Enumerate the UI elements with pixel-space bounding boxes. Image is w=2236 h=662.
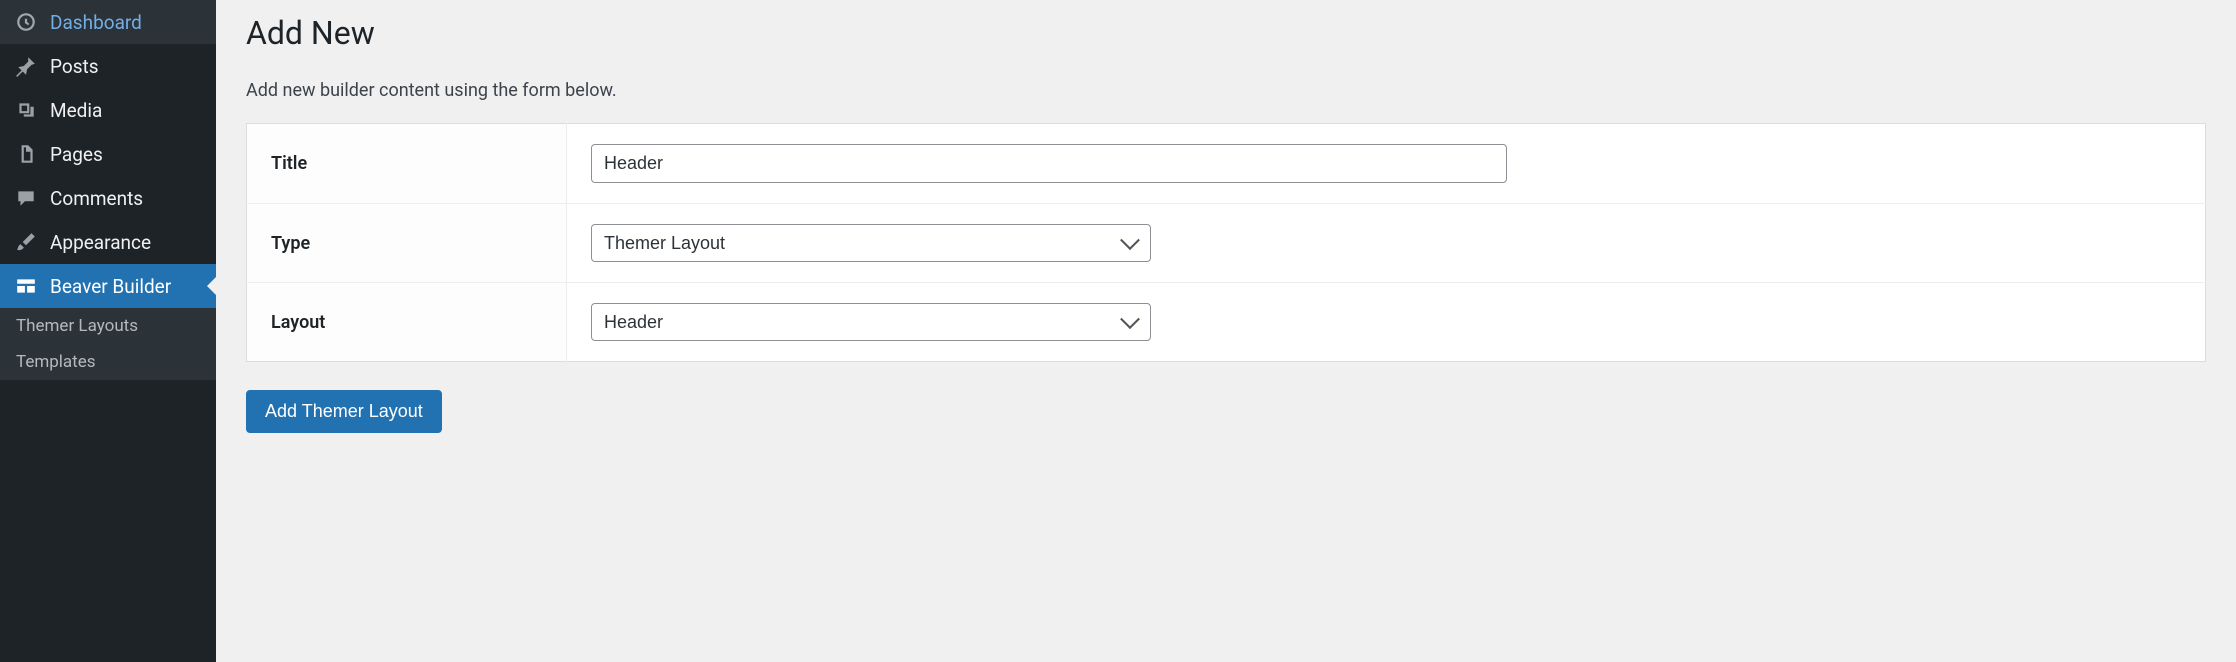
form-row-type: Type Themer Layout [247, 204, 2206, 283]
form-table: Title Type Themer Layout Layout Header [246, 123, 2206, 362]
layout-select[interactable]: Header [591, 303, 1151, 341]
sidebar-item-media[interactable]: Media [0, 88, 216, 132]
sidebar-item-appearance[interactable]: Appearance [0, 220, 216, 264]
intro-text: Add new builder content using the form b… [246, 80, 2206, 101]
sidebar-submenu: Themer Layouts Templates [0, 308, 216, 380]
sidebar-item-posts[interactable]: Posts [0, 44, 216, 88]
admin-sidebar: Dashboard Posts Media Pages Comments App… [0, 0, 216, 662]
builder-icon [14, 274, 38, 298]
sidebar-item-label: Media [50, 99, 102, 122]
title-input[interactable] [591, 144, 1507, 183]
submenu-item-label: Themer Layouts [16, 316, 138, 336]
form-row-layout: Layout Header [247, 283, 2206, 362]
sidebar-item-beaver-builder[interactable]: Beaver Builder [0, 264, 216, 308]
comment-icon [14, 186, 38, 210]
add-themer-layout-button[interactable]: Add Themer Layout [246, 390, 442, 433]
media-icon [14, 98, 38, 122]
submit-row: Add Themer Layout [246, 390, 2206, 433]
sidebar-item-label: Pages [50, 143, 103, 166]
type-select-wrap: Themer Layout [591, 224, 1151, 262]
type-select[interactable]: Themer Layout [591, 224, 1151, 262]
sidebar-item-label: Dashboard [50, 11, 142, 34]
layout-select-wrap: Header [591, 303, 1151, 341]
pin-icon [14, 54, 38, 78]
submenu-item-label: Templates [16, 352, 96, 372]
dashboard-icon [14, 10, 38, 34]
form-row-title: Title [247, 124, 2206, 204]
brush-icon [14, 230, 38, 254]
type-label: Type [247, 204, 567, 283]
pages-icon [14, 142, 38, 166]
sidebar-item-comments[interactable]: Comments [0, 176, 216, 220]
sidebar-item-label: Posts [50, 55, 99, 78]
sidebar-item-label: Beaver Builder [50, 275, 171, 298]
title-label: Title [247, 124, 567, 204]
layout-label: Layout [247, 283, 567, 362]
submenu-item-templates[interactable]: Templates [0, 344, 216, 380]
main-content: Add New Add new builder content using th… [216, 0, 2236, 662]
sidebar-item-dashboard[interactable]: Dashboard [0, 0, 216, 44]
submenu-item-themer-layouts[interactable]: Themer Layouts [0, 308, 216, 344]
sidebar-item-label: Comments [50, 187, 143, 210]
sidebar-item-pages[interactable]: Pages [0, 132, 216, 176]
sidebar-item-label: Appearance [50, 231, 151, 254]
page-title: Add New [246, 14, 2206, 52]
